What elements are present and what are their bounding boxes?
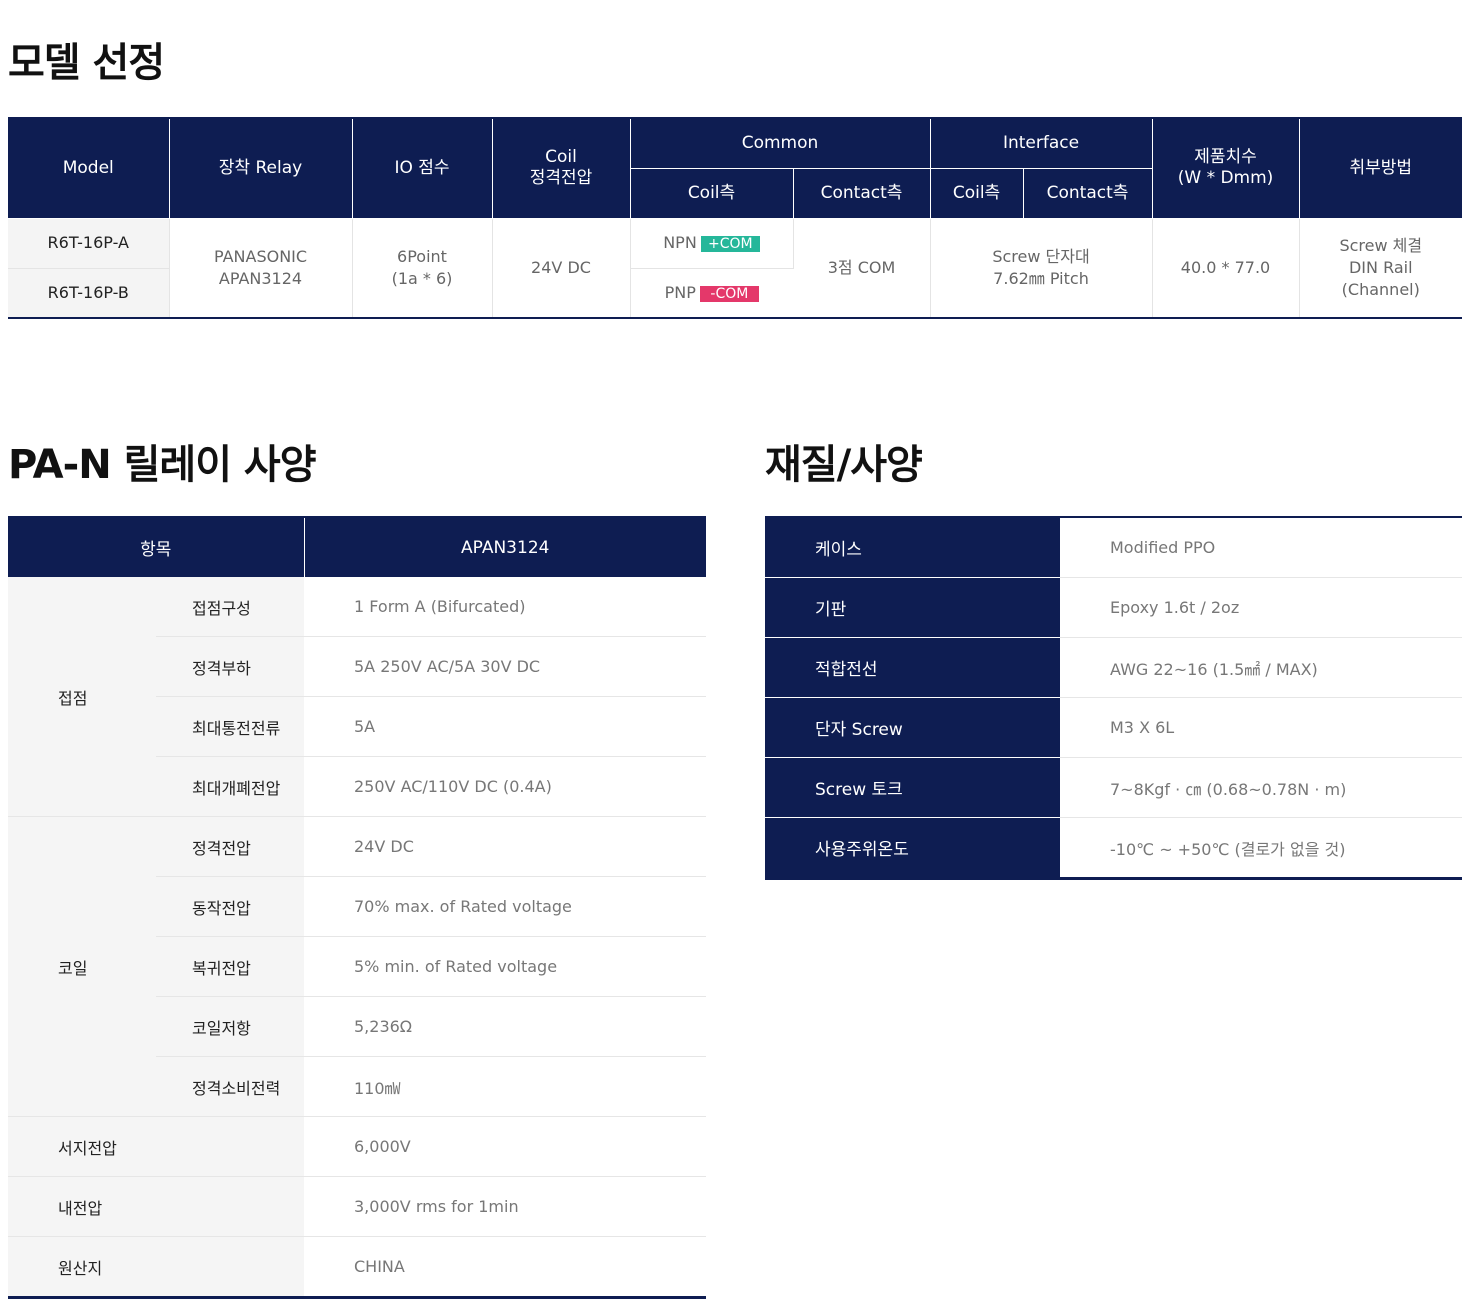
row-value: -10℃ ~ +50℃ (결로가 없을 것)	[1060, 817, 1462, 879]
row-label: 단자 Screw	[765, 697, 1060, 758]
table-row: 케이스 Modified PPO	[765, 517, 1462, 578]
row-value: 5,236Ω	[304, 996, 706, 1057]
plus-com-badge: +COM	[700, 236, 760, 252]
col-header-interface-coil: Coil측	[930, 168, 1024, 219]
common-coil-cell: PNP -COM	[630, 268, 793, 319]
table-row: 원산지 CHINA	[8, 1236, 706, 1298]
row-label: 코일저항	[156, 996, 304, 1057]
size-cell: 40.0 * 77.0	[1152, 218, 1300, 319]
row-value: 250V AC/110V DC (0.4A)	[304, 756, 706, 817]
table-row: Screw 토크 7~8Kgf · ㎝ (0.68~0.78N · m)	[765, 757, 1462, 818]
minus-com-badge: -COM	[699, 285, 759, 302]
row-value: Modified PPO	[1060, 517, 1462, 578]
row-value: 5A 250V AC/5A 30V DC	[304, 636, 706, 697]
row-label: 내전압	[8, 1176, 304, 1237]
io-cell: 6Point (1a * 6)	[352, 218, 493, 319]
col-header-mount: 취부방법	[1299, 118, 1463, 219]
row-value: 3,000V rms for 1min	[304, 1176, 706, 1237]
row-value: CHINA	[304, 1236, 706, 1298]
table-row: 접점 접점구성 1 Form A (Bifurcated)	[8, 577, 706, 817]
material-spec-table: 케이스 Modified PPO 기판 Epoxy 1.6t / 2oz 적합전…	[765, 516, 1462, 880]
col-header-relay: 장착 Relay	[169, 118, 353, 219]
group-label: 접점	[8, 577, 156, 817]
coil-type-label: PNP	[664, 282, 696, 302]
common-coil-cell: NPN +COM	[630, 218, 794, 269]
row-label: 서지전압	[8, 1116, 304, 1177]
header-value: APAN3124	[304, 517, 706, 577]
common-contact-cell: 3점 COM	[793, 218, 931, 319]
row-value: 70% max. of Rated voltage	[304, 876, 706, 937]
header-item: 항목	[8, 517, 305, 577]
table-row: 기판 Epoxy 1.6t / 2oz	[765, 577, 1462, 638]
row-label: 케이스	[765, 517, 1060, 578]
material-spec-title: 재질/사양	[765, 442, 923, 488]
row-value: AWG 22~16 (1.5㎟ / MAX)	[1060, 637, 1462, 698]
row-value: 110㎽	[304, 1056, 706, 1117]
row-label: 최대통전전류	[156, 696, 304, 757]
row-label: 원산지	[8, 1236, 304, 1298]
model-name: R6T-16P-A	[8, 218, 170, 269]
row-label: Screw 토크	[765, 757, 1060, 818]
row-value: 1 Form A (Bifurcated)	[304, 577, 706, 637]
row-value: 5A	[304, 696, 706, 757]
row-label: 사용주위온도	[765, 817, 1060, 879]
mount-cell: Screw 체결 DIN Rail (Channel)	[1299, 218, 1463, 319]
group-label: 코일	[8, 816, 156, 1117]
row-label: 정격부하	[156, 636, 304, 697]
table-row: 내전압 3,000V rms for 1min	[8, 1176, 706, 1237]
col-header-common-coil: Coil측	[630, 168, 794, 219]
row-label: 접점구성	[156, 577, 304, 637]
row-label: 정격전압	[156, 816, 304, 877]
table-row: 단자 Screw M3 X 6L	[765, 697, 1462, 758]
row-value: 5% min. of Rated voltage	[304, 936, 706, 997]
row-value: 7~8Kgf · ㎝ (0.68~0.78N · m)	[1060, 757, 1462, 818]
model-section-title: 모델 선정	[8, 40, 165, 86]
col-header-size: 제품치수 (W * Dmm)	[1152, 118, 1300, 219]
relay-spec-title: PA-N 릴레이 사양	[8, 442, 317, 488]
table-row: 적합전선 AWG 22~16 (1.5㎟ / MAX)	[765, 637, 1462, 698]
col-header-model: Model	[8, 118, 170, 219]
relay-cell: PANASONIC APAN3124	[169, 218, 353, 319]
row-label: 복귀전압	[156, 936, 304, 997]
col-header-coil-voltage: Coil 정격전압	[492, 118, 631, 219]
table-row: 서지전압 6,000V	[8, 1116, 706, 1177]
coil-voltage-cell: 24V DC	[492, 218, 631, 319]
model-table: Model 장착 Relay IO 점수 Coil 정격전압 Common In…	[8, 117, 1463, 319]
row-label: 기판	[765, 577, 1060, 638]
row-label: 최대개폐전압	[156, 756, 304, 817]
col-header-interface: Interface	[930, 118, 1153, 169]
row-value: M3 X 6L	[1060, 697, 1462, 758]
row-value: Epoxy 1.6t / 2oz	[1060, 577, 1462, 638]
table-row: R6T-16P-A PANASONIC APAN3124 6Point (1a …	[8, 218, 1463, 319]
col-header-io: IO 점수	[352, 118, 493, 219]
interface-cell: Screw 단자대 7.62㎜ Pitch	[930, 218, 1153, 319]
row-label: 동작전압	[156, 876, 304, 937]
col-header-common-contact: Contact측	[793, 168, 931, 219]
col-header-interface-contact: Contact측	[1023, 168, 1153, 219]
table-row: 코일 정격전압 24V DC	[8, 816, 706, 1117]
relay-spec-table: 항목 APAN3124 접점 접점구성 1 Form A (Bifurcated…	[8, 516, 706, 1299]
col-header-common: Common	[630, 118, 931, 169]
row-value: 24V DC	[304, 816, 706, 877]
row-label: 적합전선	[765, 637, 1060, 698]
coil-type-label: NPN	[663, 233, 697, 252]
model-name: R6T-16P-B	[8, 268, 170, 319]
row-value: 6,000V	[304, 1116, 706, 1177]
table-row: 사용주위온도 -10℃ ~ +50℃ (결로가 없을 것)	[765, 817, 1462, 879]
row-label: 정격소비전력	[156, 1056, 304, 1117]
